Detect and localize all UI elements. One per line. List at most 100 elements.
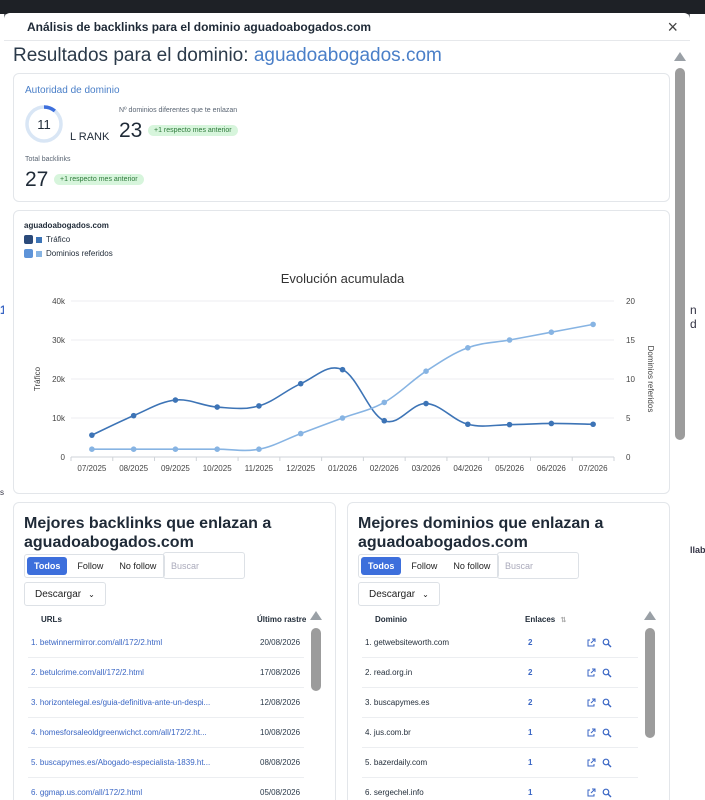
download-label: Descargar	[35, 588, 82, 600]
domain-name: 4. jus.com.br	[365, 728, 411, 737]
backlink-url[interactable]: 3. horizontelegal.es/guia-definitiva-ant…	[31, 698, 210, 707]
traffic-point	[339, 366, 346, 373]
filter-todos-button[interactable]: Todos	[27, 557, 68, 575]
legend-traffic[interactable]: Tráfico	[24, 235, 70, 245]
filter-follow-button[interactable]: Follow	[69, 555, 111, 577]
backlink-date: 17/08/2026	[260, 668, 301, 677]
backlinks-search-input[interactable]: Buscar	[163, 552, 245, 579]
close-button[interactable]: ×	[667, 18, 678, 36]
domain-name: 2. read.org.in	[365, 668, 413, 677]
filter-nofollow-button[interactable]: No follow	[445, 555, 498, 577]
backlinks-download-button[interactable]: Descargar ⌄	[24, 582, 106, 606]
y-tick-label-left: 10k	[52, 414, 66, 423]
domain-links-count[interactable]: 1	[528, 728, 532, 737]
scroll-up-icon[interactable]	[310, 611, 322, 620]
domain-name: 1. getwebsiteworth.com	[365, 638, 450, 647]
traffic-line	[91, 367, 594, 436]
domains-line	[91, 323, 594, 452]
domains-point	[172, 446, 179, 452]
domain-links-count[interactable]: 2	[528, 668, 532, 677]
table-row: 2. betulcrime.com/all/172/2.html 17/08/20…	[28, 658, 304, 688]
scroll-up-icon[interactable]	[644, 611, 656, 620]
y-tick-label-left: 20k	[52, 375, 66, 384]
domains-title-line1: Mejores dominios que enlazan a	[358, 515, 604, 532]
domain-links-count[interactable]: 2	[528, 698, 532, 707]
domains-title: Mejores dominios que enlazan a aguadoabo…	[358, 514, 603, 552]
table-row: 5. buscapymes.es/Abogado-especialista-18…	[28, 748, 304, 778]
external-link-icon[interactable]	[586, 698, 596, 708]
domains-point	[130, 446, 137, 452]
col-links-label: Enlaces	[525, 615, 556, 624]
backlink-date: 20/08/2026	[260, 638, 301, 647]
scroll-up-icon[interactable]	[674, 52, 686, 61]
backlink-url[interactable]: 4. homesforsaleoldgreenwichct.com/all/17…	[31, 728, 207, 737]
modal-scrollbar[interactable]	[674, 52, 686, 800]
domain-links-count[interactable]: 1	[528, 758, 532, 767]
filter-todos-button[interactable]: Todos	[361, 557, 402, 575]
external-link-icon[interactable]	[586, 728, 596, 738]
domain-links-count[interactable]: 2	[528, 638, 532, 647]
x-tick-label: 05/2026	[495, 464, 524, 473]
modal-scroll-thumb[interactable]	[675, 68, 685, 440]
checkbox-icon[interactable]	[24, 235, 33, 245]
domains-point	[381, 399, 388, 406]
modal-title: Análisis de backlinks para el dominio ag…	[27, 19, 372, 34]
filter-nofollow-button[interactable]: No follow	[111, 555, 164, 577]
domain-links-count[interactable]: 1	[528, 788, 532, 797]
sort-icon[interactable]: ⇅	[560, 617, 566, 624]
backlink-date: 10/08/2026	[260, 728, 301, 737]
y-tick-label-left: 30k	[52, 336, 66, 345]
search-icon[interactable]	[602, 638, 612, 648]
backlinks-title: Mejores backlinks que enlazan a aguadoab…	[24, 514, 271, 552]
search-icon[interactable]	[602, 698, 612, 708]
backlinks-title-line2: aguadoabogados.com	[24, 534, 194, 551]
table-row: 3. buscapymes.es 2	[362, 688, 638, 718]
domains-point	[548, 329, 555, 335]
legend-domains[interactable]: Dominios referidos	[24, 249, 113, 259]
domains-search-input[interactable]: Buscar	[497, 552, 579, 579]
domains-title-line2: aguadoabogados.com	[358, 534, 528, 551]
x-tick-label: 01/2026	[328, 464, 357, 473]
search-icon[interactable]	[602, 758, 612, 768]
domains-point	[423, 368, 429, 374]
search-icon[interactable]	[602, 668, 612, 678]
domains-scrollbar[interactable]	[645, 628, 655, 738]
search-icon[interactable]	[602, 728, 612, 738]
backlinks-value: 27	[25, 168, 49, 191]
traffic-point	[89, 432, 95, 438]
traffic-point	[465, 421, 471, 428]
domains-point	[214, 446, 220, 452]
external-link-icon[interactable]	[586, 668, 596, 678]
backlink-url[interactable]: 6. ggmap.us.com/all/172/2.html	[31, 788, 142, 797]
domain-name: 5. bazerdaily.com	[365, 758, 428, 767]
external-link-icon[interactable]	[586, 758, 596, 768]
backlink-date: 12/08/2026	[260, 698, 301, 707]
col-domain: Dominio	[375, 615, 407, 624]
domains-download-button[interactable]: Descargar ⌄	[358, 582, 440, 606]
result-domain: aguadoabogados.com	[253, 45, 442, 66]
chart-title: Evolución acumulada	[281, 271, 405, 286]
background-right-text: n d	[690, 303, 697, 331]
backlink-url[interactable]: 1. betwinnermirror.com/all/172/2.html	[31, 638, 162, 647]
x-tick-label: 12/2025	[286, 464, 315, 473]
backlinks-filter-group: Todos Follow No follow	[24, 554, 166, 578]
search-icon[interactable]	[602, 788, 612, 798]
traffic-point	[172, 397, 179, 403]
backlinks-scrollbar[interactable]	[311, 628, 321, 691]
modal-body: Resultados para el dominio: aguadoabogad…	[4, 42, 690, 800]
x-tick-label: 10/2025	[203, 464, 232, 473]
filter-follow-button[interactable]: Follow	[403, 555, 445, 577]
x-tick-label: 07/2026	[579, 464, 608, 473]
domain-name: 6. sergechel.info	[365, 788, 424, 797]
checkbox-icon[interactable]	[24, 249, 33, 259]
x-tick-label: 09/2025	[161, 464, 190, 473]
y-tick-label-right: 5	[626, 414, 631, 423]
backlinks-title-line1: Mejores backlinks que enlazan a	[24, 515, 272, 532]
external-link-icon[interactable]	[586, 638, 596, 648]
traffic-point	[256, 403, 262, 409]
traffic-point	[214, 404, 220, 410]
external-link-icon[interactable]	[586, 788, 596, 798]
backlink-url[interactable]: 2. betulcrime.com/all/172/2.html	[31, 668, 144, 677]
table-row: 3. horizontelegal.es/guia-definitiva-ant…	[28, 688, 304, 718]
backlink-url[interactable]: 5. buscapymes.es/Abogado-especialista-18…	[31, 758, 210, 767]
